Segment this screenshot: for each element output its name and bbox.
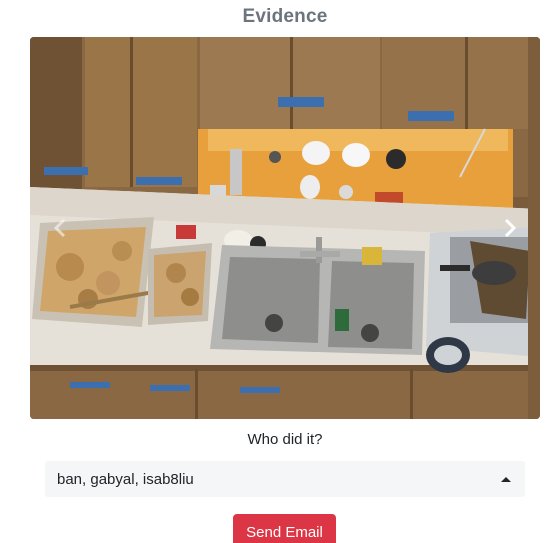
page-title: Evidence (242, 6, 328, 27)
send-email-button[interactable]: Send Email (233, 514, 336, 543)
evidence-photo (30, 37, 540, 419)
suspect-select[interactable]: ban, gabyal, isab8liu (45, 461, 525, 497)
caret-up-icon (501, 476, 511, 482)
chevron-left-icon (54, 218, 66, 238)
suspect-select-value: ban, gabyal, isab8liu (57, 470, 194, 488)
page: Evidence Who did it? ban, gabyal, isab8l… (0, 0, 555, 543)
carousel-next-button[interactable] (480, 37, 540, 419)
who-did-it-label: Who did it? (247, 431, 323, 448)
carousel-prev-button[interactable] (30, 37, 90, 419)
evidence-carousel[interactable] (30, 37, 540, 419)
chevron-right-icon (504, 218, 516, 238)
